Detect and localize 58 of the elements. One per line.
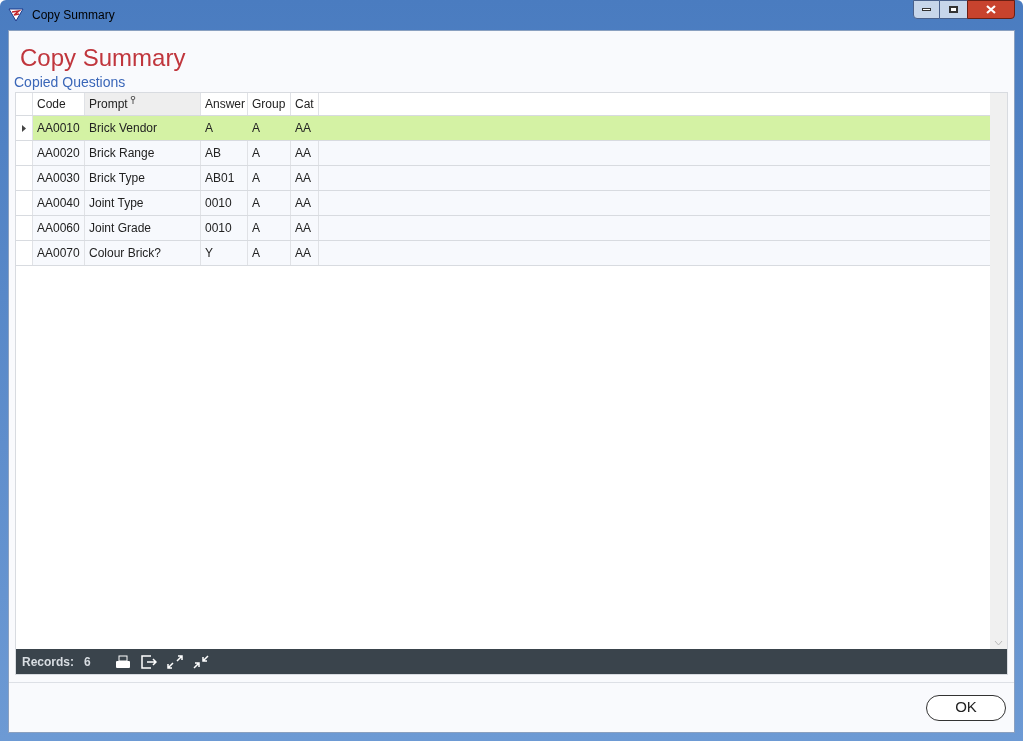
table-cell: 0010 — [201, 216, 248, 240]
current-row-icon — [22, 124, 26, 132]
table-cell: AA0020 — [33, 141, 85, 165]
export-icon[interactable] — [140, 654, 157, 669]
section-heading: Copied Questions — [14, 73, 127, 91]
table-cell: AA — [291, 241, 319, 265]
table-row[interactable]: AA0010 Brick Vendor A A AA — [16, 116, 990, 141]
table-cell: Joint Type — [85, 191, 201, 215]
close-icon — [986, 5, 996, 14]
column-header[interactable]: Prompt — [85, 93, 201, 115]
close-button[interactable] — [967, 0, 1015, 19]
records-count: 6 — [84, 653, 91, 671]
table-cell: Colour Brick? — [85, 241, 201, 265]
table-cell: AA0060 — [33, 216, 85, 240]
table-row[interactable]: AA0030 Brick Type AB01 A AA — [16, 166, 990, 191]
table-cell: AA0040 — [33, 191, 85, 215]
table-cell: A — [248, 241, 291, 265]
table-cell: 0010 — [201, 191, 248, 215]
filter-icon[interactable] — [129, 96, 136, 104]
column-header[interactable]: Cat — [291, 93, 319, 115]
table-cell: AA — [291, 141, 319, 165]
table-cell: AB — [201, 141, 248, 165]
table-cell: AA — [291, 166, 319, 190]
page-heading: Copy Summary — [20, 43, 187, 73]
print-icon[interactable] — [114, 654, 131, 669]
table-cell: A — [248, 216, 291, 240]
table-cell: Y — [201, 241, 248, 265]
table-row[interactable]: AA0060 Joint Grade 0010 A AA — [16, 216, 990, 241]
table-cell: AA — [291, 191, 319, 215]
table-row[interactable]: AA0020 Brick Range AB A AA — [16, 141, 990, 166]
maximize-button[interactable] — [940, 0, 967, 19]
minimize-button[interactable] — [913, 0, 940, 19]
scrollbar[interactable] — [990, 93, 1007, 649]
table-cell-text: Brick Vendor — [88, 120, 159, 137]
table-cell: AA — [291, 216, 319, 240]
column-header[interactable]: Group — [248, 93, 291, 115]
table-cell: Brick Range — [85, 141, 201, 165]
table-cell-text: A — [251, 120, 261, 137]
table-cell-text: AA0010 — [36, 120, 81, 137]
ok-button[interactable]: OK — [926, 694, 1006, 721]
expand-icon[interactable] — [166, 654, 183, 669]
table-cell: AA0030 — [33, 166, 85, 190]
table-cell: AA0070 — [33, 241, 85, 265]
table-row[interactable]: AA0040 Joint Type 0010 A AA — [16, 191, 990, 216]
table-row[interactable]: AA0070 Colour Brick? Y A AA — [16, 241, 990, 266]
table-cell: A — [248, 191, 291, 215]
records-label: Records: — [22, 653, 74, 671]
table-cell-text: A — [204, 120, 214, 137]
table-cell-text: AA — [294, 120, 312, 137]
table-cell: A — [248, 141, 291, 165]
collapse-icon[interactable] — [192, 654, 209, 669]
table-cell: Brick Type — [85, 166, 201, 190]
window-title: Copy Summary — [32, 7, 115, 24]
table-cell: A — [248, 166, 291, 190]
table-cell: AB01 — [201, 166, 248, 190]
table-cell: Joint Grade — [85, 216, 201, 240]
app-logo-icon — [8, 8, 24, 22]
column-header[interactable]: Answer — [201, 93, 248, 115]
